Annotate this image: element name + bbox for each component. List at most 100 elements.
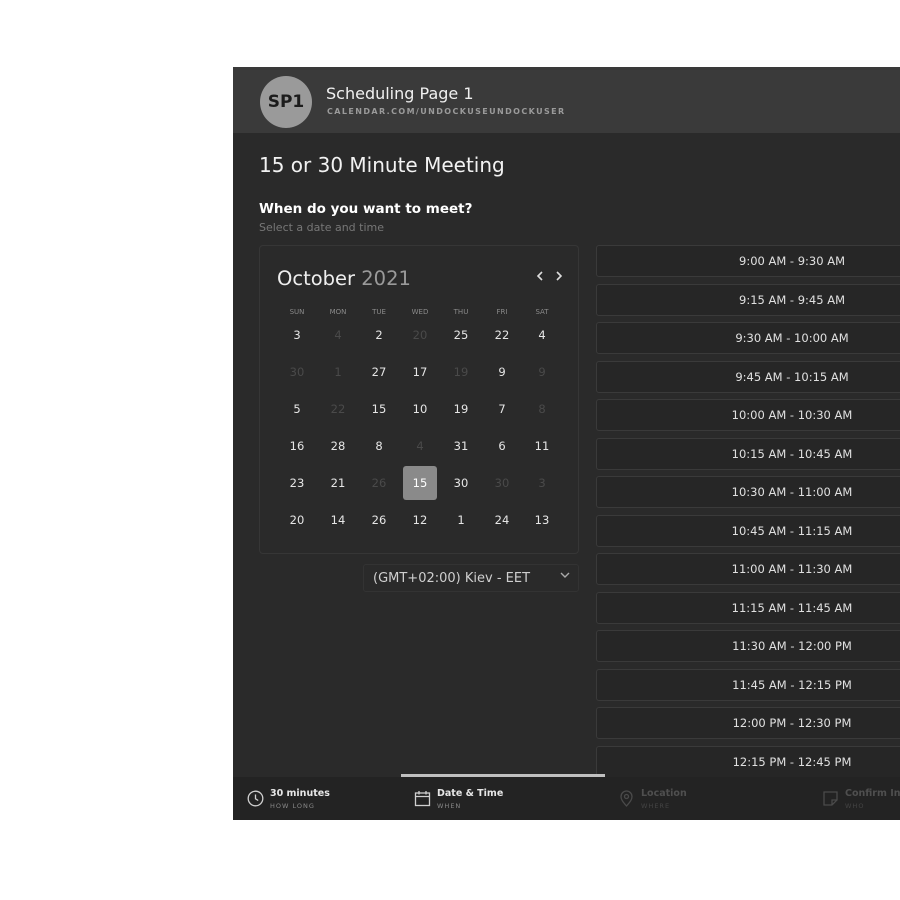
time-slot-button[interactable]: 9:30 AM - 10:00 AM xyxy=(596,322,900,354)
calendar-day: 4 xyxy=(334,328,342,342)
calendar-day[interactable]: 22 xyxy=(485,318,519,352)
calendar-day[interactable]: 11 xyxy=(525,429,559,463)
calendar-day[interactable]: 30 xyxy=(444,466,478,500)
page-header: SP1 Scheduling Page 1 CALENDAR.COM/UNDOC… xyxy=(233,67,900,133)
calendar-day[interactable]: 26 xyxy=(362,503,396,537)
time-slot-label: 9:45 AM - 10:15 AM xyxy=(735,370,849,384)
scheduling-app: SP1 Scheduling Page 1 CALENDAR.COM/UNDOC… xyxy=(233,67,900,820)
time-slot-label: 10:00 AM - 10:30 AM xyxy=(731,408,853,422)
calendar-day[interactable]: 28 xyxy=(321,429,355,463)
chevron-down-icon xyxy=(559,569,571,585)
calendar-day[interactable]: 23 xyxy=(280,466,314,500)
weekday-header: THU xyxy=(453,308,469,316)
calendar-day[interactable]: 9 xyxy=(485,355,519,389)
time-slot-label: 12:15 PM - 12:45 PM xyxy=(732,755,852,769)
calendar-day[interactable]: 31 xyxy=(444,429,478,463)
weekday-header: SUN xyxy=(289,308,305,316)
time-slot-label: 9:30 AM - 10:00 AM xyxy=(735,331,849,345)
step-location-subtitle: WHERE xyxy=(641,802,671,810)
time-slot-label: 11:15 AM - 11:45 AM xyxy=(731,601,853,615)
calendar-day: 26 xyxy=(371,476,387,490)
calendar-day: 9 xyxy=(538,365,546,379)
time-slot-label: 11:00 AM - 11:30 AM xyxy=(731,562,853,576)
time-slot-button[interactable]: 9:00 AM - 9:30 AM xyxy=(596,245,900,277)
time-slot-button[interactable]: 10:15 AM - 10:45 AM xyxy=(596,438,900,470)
calendar-month-label: October 2021 xyxy=(277,267,411,290)
calendar-day[interactable]: 7 xyxy=(485,392,519,426)
step-navigation: 30 minutes HOW LONG Date & Time WHEN Loc… xyxy=(233,777,900,820)
calendar-icon xyxy=(414,791,431,807)
step-date-time-subtitle: WHEN xyxy=(437,802,462,810)
timezone-select[interactable]: (GMT+02:00) Kiev - EET xyxy=(363,564,579,592)
clock-icon xyxy=(247,790,264,807)
time-slot-button[interactable]: 11:45 AM - 12:15 PM xyxy=(596,669,900,701)
time-slot-label: 9:00 AM - 9:30 AM xyxy=(739,254,845,268)
step-location[interactable]: Location WHERE xyxy=(618,777,738,820)
time-slot-button[interactable]: 10:30 AM - 11:00 AM xyxy=(596,476,900,508)
calendar-day[interactable]: 16 xyxy=(280,429,314,463)
calendar-day[interactable]: 12 xyxy=(403,503,437,537)
calendar-day[interactable]: 27 xyxy=(362,355,396,389)
calendar-day[interactable]: 13 xyxy=(525,503,559,537)
calendar-day[interactable]: 14 xyxy=(321,503,355,537)
step-date-time[interactable]: Date & Time WHEN xyxy=(414,777,534,820)
calendar-day: 3 xyxy=(538,476,546,490)
when-question: When do you want to meet? xyxy=(259,201,473,217)
calendar-day[interactable]: 21 xyxy=(321,466,355,500)
calendar-day[interactable]: 24 xyxy=(485,503,519,537)
time-slot-button[interactable]: 12:15 PM - 12:45 PM xyxy=(596,746,900,778)
calendar-day-selected[interactable]: 15 xyxy=(403,466,437,500)
time-slot-button[interactable]: 9:45 AM - 10:15 AM xyxy=(596,361,900,393)
step-confirm[interactable]: Confirm In WHO xyxy=(822,777,900,820)
calendar-day: 4 xyxy=(416,439,424,453)
calendar-day[interactable]: 2 xyxy=(362,318,396,352)
calendar-year: 2021 xyxy=(361,267,411,290)
step-confirm-title: Confirm In xyxy=(845,788,900,799)
calendar-day[interactable]: 1 xyxy=(444,503,478,537)
time-slot-label: 9:15 AM - 9:45 AM xyxy=(739,293,845,307)
calendar: October 2021 SUN MON TUE WED THU FRI SAT 3 4 2 20 2… xyxy=(259,245,579,554)
step-duration[interactable]: 30 minutes HOW LONG xyxy=(247,777,367,820)
timezone-value: (GMT+02:00) Kiev - EET xyxy=(373,571,531,586)
previous-month-button[interactable] xyxy=(535,268,545,286)
note-icon xyxy=(823,791,838,806)
calendar-day: 8 xyxy=(538,402,546,416)
calendar-day[interactable]: 10 xyxy=(403,392,437,426)
calendar-day[interactable]: 5 xyxy=(280,392,314,426)
time-slot-button[interactable]: 10:45 AM - 11:15 AM xyxy=(596,515,900,547)
calendar-day: 30 xyxy=(494,476,510,490)
time-slot-label: 10:30 AM - 11:00 AM xyxy=(731,485,853,499)
time-slot-button[interactable]: 9:15 AM - 9:45 AM xyxy=(596,284,900,316)
time-slot-label: 11:30 AM - 12:00 PM xyxy=(732,639,852,653)
time-slot-label: 10:15 AM - 10:45 AM xyxy=(731,447,853,461)
step-duration-subtitle: HOW LONG xyxy=(270,802,315,810)
chevron-left-icon xyxy=(536,271,543,281)
calendar-day: 30 xyxy=(289,365,305,379)
step-location-title: Location xyxy=(641,788,687,799)
calendar-day[interactable]: 17 xyxy=(403,355,437,389)
time-slot-label: 10:45 AM - 11:15 AM xyxy=(731,524,853,538)
scheduling-page-url[interactable]: CALENDAR.COM/UNDOCKUSEUNDOCKUSER xyxy=(327,107,566,116)
time-slot-button[interactable]: 11:30 AM - 12:00 PM xyxy=(596,630,900,662)
calendar-day: 1 xyxy=(334,365,342,379)
step-date-time-title: Date & Time xyxy=(437,788,504,799)
time-slot-label: 11:45 AM - 12:15 PM xyxy=(732,678,852,692)
time-slot-button[interactable]: 12:00 PM - 12:30 PM xyxy=(596,707,900,739)
calendar-day[interactable]: 25 xyxy=(444,318,478,352)
time-slot-button[interactable]: 10:00 AM - 10:30 AM xyxy=(596,399,900,431)
weekday-header: FRI xyxy=(496,308,508,316)
calendar-day[interactable]: 4 xyxy=(525,318,559,352)
calendar-day[interactable]: 8 xyxy=(362,429,396,463)
step-confirm-subtitle: WHO xyxy=(845,802,865,810)
date-time-hint: Select a date and time xyxy=(259,221,385,234)
next-month-button[interactable] xyxy=(554,268,564,286)
time-slot-label: 12:00 PM - 12:30 PM xyxy=(732,716,852,730)
calendar-day: 20 xyxy=(412,328,428,342)
calendar-day[interactable]: 3 xyxy=(280,318,314,352)
calendar-day[interactable]: 20 xyxy=(280,503,314,537)
calendar-day[interactable]: 15 xyxy=(362,392,396,426)
time-slot-button[interactable]: 11:00 AM - 11:30 AM xyxy=(596,553,900,585)
calendar-day[interactable]: 19 xyxy=(444,392,478,426)
time-slot-button[interactable]: 11:15 AM - 11:45 AM xyxy=(596,592,900,624)
calendar-day[interactable]: 6 xyxy=(485,429,519,463)
